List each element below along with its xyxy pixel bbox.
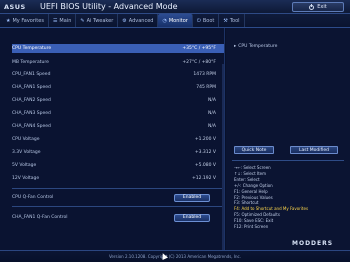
item-label: CPU_FAN1 Speed (12, 72, 51, 77)
item-value: +12.192 V (191, 176, 216, 181)
tab-monitor[interactable]: ◔ Monitor (158, 14, 193, 27)
tab-tool[interactable]: ⚒ Tool (219, 14, 245, 27)
asus-logo: ASUS (4, 3, 26, 11)
item-label: CHA_FAN3 Speed (12, 111, 51, 116)
list-item-3v3-voltage[interactable]: 3.3V Voltage +3.312 V (12, 148, 224, 157)
tab-ai-tweaker[interactable]: ✎ Ai Tweaker (76, 14, 119, 27)
help-panel: ▸ CPU Temperature Quick Note Last Modifi… (226, 28, 350, 250)
item-value: +35°C / +95°F (182, 46, 216, 51)
monitor-list: CPU Temperature +35°C / +95°F MB Tempera… (0, 28, 225, 262)
item-label: 12V Voltage (12, 176, 40, 181)
item-label: CHA_FAN1 Q-Fan Control (12, 215, 68, 220)
item-label: MB Temperature (12, 60, 49, 65)
list-item-cpu-qfan-control[interactable]: CPU Q-Fan Control Enabled (12, 193, 224, 202)
exit-button[interactable]: Exit (292, 2, 344, 12)
gauge-icon: ◔ (162, 17, 167, 24)
list-item-cpu-temperature[interactable]: CPU Temperature +35°C / +95°F (12, 44, 224, 53)
item-value: 745 RPM (196, 85, 216, 90)
tab-label: Boot (202, 17, 215, 24)
list-item-cha-fan4-speed[interactable]: CHA_FAN4 Speed N/A (12, 122, 224, 131)
list-icon: ☰ (52, 17, 58, 24)
quick-note-button[interactable]: Quick Note (234, 146, 274, 154)
item-label: CHA_FAN4 Speed (12, 124, 51, 129)
tab-label: My Favorites (12, 17, 44, 24)
item-label: CPU Temperature (12, 46, 52, 51)
tab-label: Advanced (128, 17, 154, 24)
gear-icon: ⚙ (122, 17, 127, 24)
version-text: Version 2.10.1208. Copyright (C) 2013 Am… (108, 254, 241, 259)
tab-label: Monitor (168, 17, 188, 24)
item-value: +27°C / +80°F (182, 60, 216, 65)
tab-label: Tool (229, 17, 240, 24)
list-item-cha-fan1-speed[interactable]: CHA_FAN1 Speed 745 RPM (12, 83, 224, 92)
exit-label: Exit (317, 4, 327, 10)
title-bar: ASUS UEFI BIOS Utility - Advanced Mode E… (0, 0, 350, 14)
item-label: 5V Voltage (12, 163, 37, 168)
bullet-icon: ▸ (234, 44, 237, 49)
last-modified-button[interactable]: Last Modified (290, 146, 338, 154)
tab-my-favorites[interactable]: ★ My Favorites (2, 14, 49, 27)
watermark-logo: MODDERS (292, 240, 334, 247)
item-value: +3.312 V (194, 150, 216, 155)
tab-main[interactable]: ☰ Main (49, 14, 77, 27)
list-item-5v-voltage[interactable]: 5V Voltage +5.080 V (12, 161, 224, 170)
tab-label: Main (59, 17, 72, 24)
tab-boot[interactable]: ⏻ Boot (193, 14, 220, 27)
power-icon (309, 3, 315, 10)
list-item-cpu-voltage[interactable]: CPU Voltage +1.200 V (12, 135, 224, 144)
list-item-cha-fan1-qfan-control[interactable]: CHA_FAN1 Q-Fan Control Enabled (12, 213, 224, 222)
divider (12, 206, 222, 207)
item-label: CHA_FAN1 Speed (12, 85, 51, 90)
item-value: +5.080 V (194, 163, 216, 168)
cpu-qfan-select[interactable]: Enabled (174, 193, 210, 202)
tab-label: Ai Tweaker (86, 17, 114, 24)
item-label: CPU Voltage (12, 137, 40, 142)
list-item-cha-fan3-speed[interactable]: CHA_FAN3 Speed N/A (12, 109, 224, 118)
window-title: UEFI BIOS Utility - Advanced Mode (40, 2, 178, 11)
tweaker-icon: ✎ (80, 17, 85, 24)
cha-fan1-qfan-select[interactable]: Enabled (174, 213, 210, 222)
item-label: CHA_FAN2 Speed (12, 98, 51, 103)
list-item-12v-voltage[interactable]: 12V Voltage +12.192 V (12, 174, 224, 183)
item-label: 3.3V Voltage (12, 150, 41, 155)
help-title: ▸ CPU Temperature (234, 44, 277, 49)
key-help-item: F12: Print Screen (234, 224, 269, 230)
list-item-cpu-fan1-speed[interactable]: CPU_FAN1 Speed 1473 RPM (12, 70, 224, 79)
power-icon: ⏻ (196, 17, 201, 24)
tool-icon: ⚒ (223, 17, 228, 24)
item-value: N/A (208, 111, 216, 116)
list-item-mb-temperature[interactable]: MB Temperature +27°C / +80°F (12, 58, 224, 67)
star-icon: ★ (6, 17, 11, 24)
tab-bar: ★ My Favorites ☰ Main ✎ Ai Tweaker ⚙ Adv… (0, 14, 350, 28)
item-value: N/A (208, 124, 216, 129)
footer: Version 2.10.1208. Copyright (C) 2013 Am… (0, 250, 350, 262)
key-help: →←: Select Screen ↑↓: Select Item Enter:… (234, 165, 346, 230)
list-item-cha-fan2-speed[interactable]: CHA_FAN2 Speed N/A (12, 96, 224, 105)
item-value: +1.200 V (194, 137, 216, 142)
help-title-text: CPU Temperature (238, 44, 278, 49)
divider (232, 160, 344, 161)
item-value: 1473 RPM (193, 72, 216, 77)
item-value: N/A (208, 98, 216, 103)
tab-advanced[interactable]: ⚙ Advanced (118, 14, 159, 27)
scrollbar[interactable] (222, 64, 224, 262)
item-label: CPU Q-Fan Control (12, 195, 54, 200)
divider (12, 188, 222, 189)
